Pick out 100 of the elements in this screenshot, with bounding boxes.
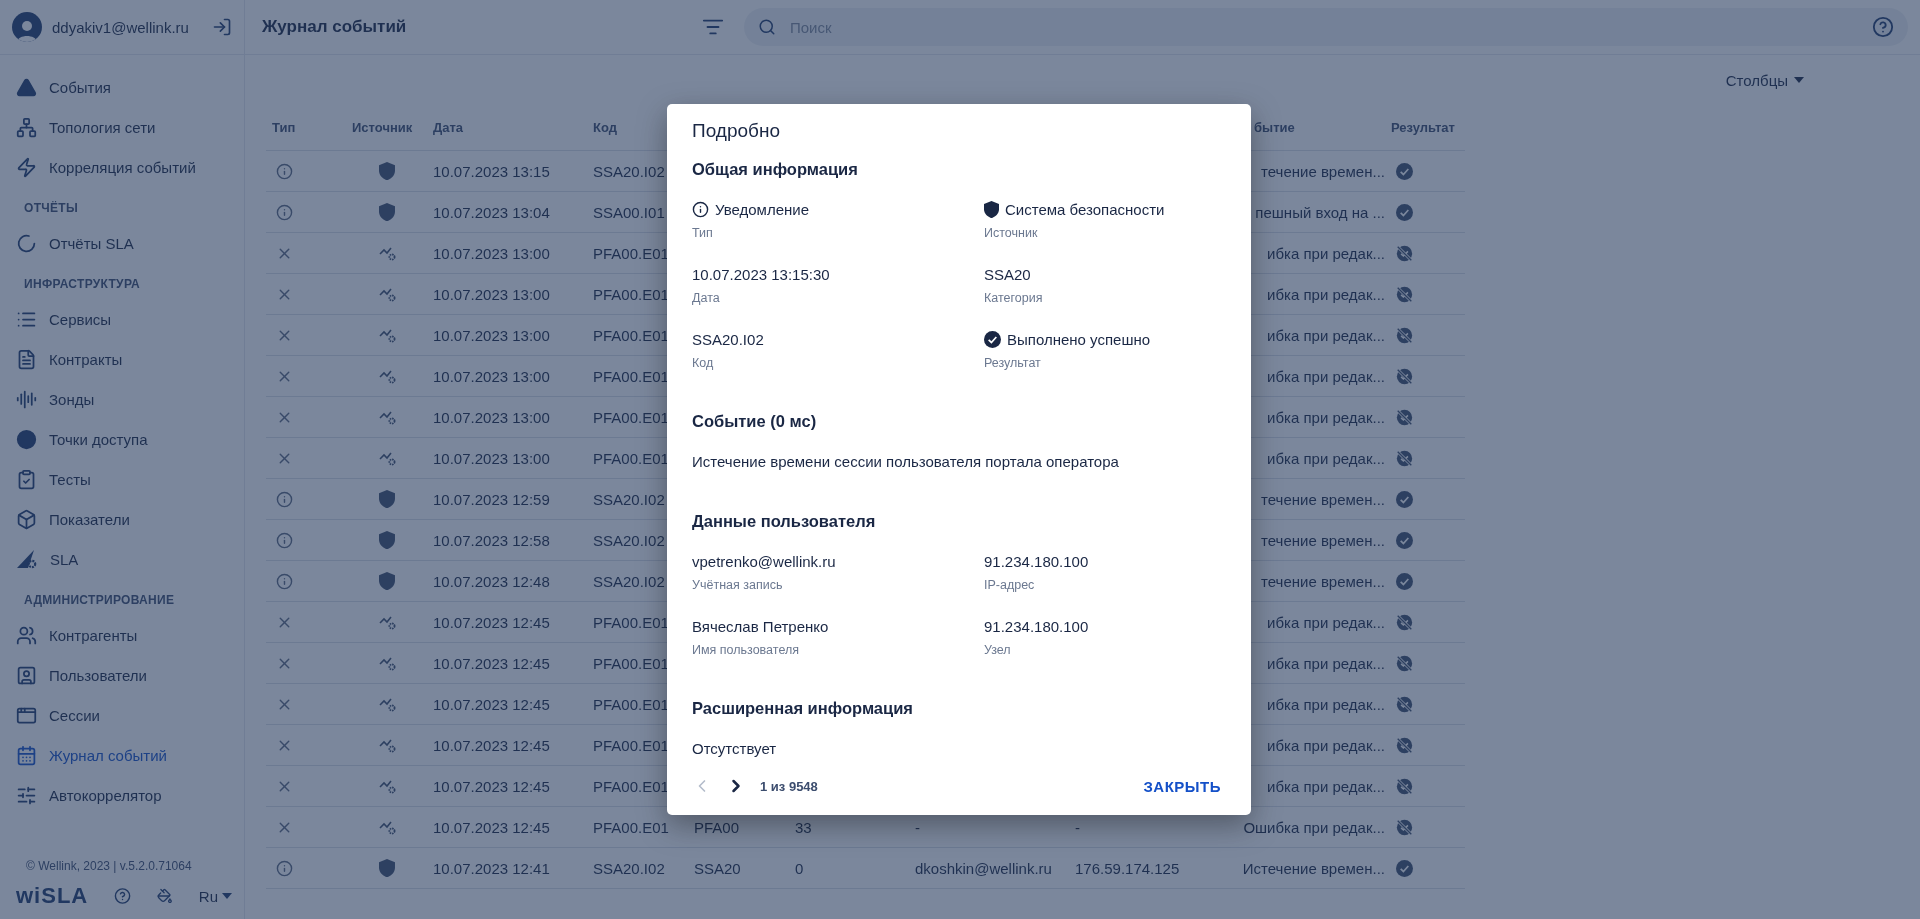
field-value: SSA20.I02 bbox=[692, 331, 765, 349]
ip-cell-text: - bbox=[1075, 818, 1081, 836]
nav-item[interactable]: Показатели bbox=[0, 499, 244, 539]
trend-gear-icon bbox=[379, 409, 397, 425]
category-cell-text: SSA20 bbox=[694, 859, 742, 877]
user-cell-text: - bbox=[915, 818, 921, 836]
nav-item[interactable]: Зонды bbox=[0, 379, 244, 419]
section-heading: Общая информация bbox=[692, 160, 859, 179]
crossed-check-icon bbox=[1396, 736, 1413, 754]
nav-item[interactable]: Сессии bbox=[0, 695, 244, 735]
nav-item[interactable]: Топология сети bbox=[0, 107, 244, 147]
column-header[interactable]: Дата bbox=[433, 120, 593, 135]
section-text: Отсутствует bbox=[692, 740, 778, 758]
nav-item[interactable]: Контракты bbox=[0, 339, 244, 379]
code-cell-text: SSA20.I02 bbox=[593, 162, 666, 180]
nav-section-title: ОТЧЁТЫ bbox=[23, 200, 79, 217]
code-cell-text: PFA00.E01 bbox=[593, 285, 670, 303]
help-icon[interactable] bbox=[114, 885, 132, 907]
ring-icon bbox=[16, 232, 37, 254]
help-icon[interactable] bbox=[1872, 16, 1894, 38]
trend-gear-icon bbox=[379, 450, 397, 466]
nav-item[interactable]: Автокоррелятор bbox=[0, 775, 244, 815]
crossed-check-icon bbox=[1396, 695, 1413, 713]
trend-gear-icon bbox=[379, 696, 397, 712]
section-heading: Событие (0 мс) bbox=[692, 412, 818, 432]
code-cell-text: PFA00.E01 bbox=[593, 613, 670, 631]
columns-button[interactable]: Столбцы bbox=[1719, 70, 1810, 90]
date-cell-text: 10.07.2023 13:00 bbox=[433, 408, 551, 426]
nav-item[interactable]: SLA bbox=[0, 539, 244, 579]
nav-section-title: АДМИНИСТРИРОВАНИЕ bbox=[23, 592, 176, 609]
nav-item[interactable]: Сервисы bbox=[0, 299, 244, 339]
avatar[interactable] bbox=[12, 12, 42, 42]
paint-bucket-icon[interactable] bbox=[157, 886, 173, 906]
check-circle-icon bbox=[1396, 162, 1413, 180]
copyright-text: © Wellink, 2023 | v.5.2.0.71064 bbox=[25, 859, 193, 873]
crossed-check-icon bbox=[1396, 777, 1413, 795]
date-cell-text: 10.07.2023 13:00 bbox=[433, 244, 551, 262]
event-cell-text: пешный вход на ... bbox=[1254, 203, 1386, 221]
field-value: Вячеслав Петренко bbox=[692, 618, 830, 636]
code-cell-text: PFA00.E01 bbox=[593, 736, 670, 754]
event-cell-text: ибка при редак... bbox=[1266, 654, 1386, 672]
nav-item[interactable]: Отчёты SLA bbox=[0, 223, 244, 263]
column-header[interactable]: Источник bbox=[352, 120, 433, 135]
nav-item[interactable]: Точки доступа bbox=[0, 419, 244, 459]
shield-icon bbox=[379, 530, 395, 550]
crossed-check-icon bbox=[1396, 408, 1413, 426]
nav-item[interactable]: Журнал событий bbox=[0, 735, 244, 775]
field-label: Результат bbox=[984, 356, 1042, 371]
event-cell-text: течение времен... bbox=[1260, 162, 1386, 180]
field-value: SSA20 bbox=[984, 266, 1032, 284]
nav-item[interactable]: Контрагенты bbox=[0, 615, 244, 655]
category-cell-text: PFA00 bbox=[694, 818, 741, 836]
search-icon bbox=[758, 18, 776, 36]
field-value: Система безопасности bbox=[984, 201, 1227, 219]
date-cell-text: 10.07.2023 12:45 bbox=[433, 736, 551, 754]
date-cell-text: 10.07.2023 13:00 bbox=[433, 285, 551, 303]
event-cell-text: Ошибка при редак... bbox=[1242, 818, 1386, 836]
code-cell-text: PFA00.E01 bbox=[593, 408, 670, 426]
language-select[interactable]: Ru bbox=[198, 887, 232, 905]
nav-item[interactable]: Корреляция событий bbox=[0, 147, 244, 187]
code-cell-text: SSA20.I02 bbox=[593, 859, 666, 877]
date-cell-text: 10.07.2023 13:00 bbox=[433, 326, 551, 344]
field-label: Имя пользователя bbox=[692, 643, 800, 658]
nav-item[interactable]: Пользователи bbox=[0, 655, 244, 695]
close-button[interactable]: ЗАКРЫТЬ bbox=[1137, 776, 1227, 796]
field-value: vpetrenko@wellink.ru bbox=[692, 553, 837, 571]
date-cell-text: 10.07.2023 12:41 bbox=[433, 859, 551, 877]
waveform-icon bbox=[16, 388, 37, 410]
nav-item[interactable]: Тесты bbox=[0, 459, 244, 499]
section-heading: Расширенная информация bbox=[692, 699, 914, 719]
shield-icon bbox=[379, 161, 395, 181]
date-cell-text: 10.07.2023 13:00 bbox=[433, 367, 551, 385]
crossed-check-icon bbox=[1396, 654, 1413, 672]
crossed-check-icon bbox=[1396, 613, 1413, 631]
trend-gear-icon bbox=[379, 327, 397, 343]
date-cell-text: 10.07.2023 12:59 bbox=[433, 490, 551, 508]
crossed-check-icon bbox=[1396, 326, 1413, 344]
trend-gear-icon bbox=[379, 286, 397, 302]
code-cell-text: SSA20.I02 bbox=[593, 531, 666, 549]
field-label: Источник bbox=[984, 226, 1039, 241]
document-icon bbox=[16, 348, 37, 370]
check-circle-icon bbox=[1396, 572, 1413, 590]
column-header[interactable]: Тип bbox=[272, 120, 352, 135]
event-cell-text: течение времен... bbox=[1260, 490, 1386, 508]
code-cell-text: PFA00.E01 bbox=[593, 818, 670, 836]
field-value: 10.07.2023 13:15:30 bbox=[692, 266, 831, 284]
cube-icon bbox=[16, 508, 37, 530]
section-text: Истечение времени сессии пользователя портала оператора bbox=[692, 453, 1120, 471]
column-header[interactable]: Результат bbox=[1391, 120, 1471, 135]
trend-gear-icon bbox=[379, 819, 397, 835]
logout-icon[interactable] bbox=[212, 17, 232, 37]
event-cell-text: ибка при редак... bbox=[1266, 408, 1386, 426]
user-card-icon bbox=[16, 664, 37, 686]
event-cell-text: течение времен... bbox=[1260, 572, 1386, 590]
date-cell-text: 10.07.2023 12:45 bbox=[433, 777, 551, 795]
event-cell-text: Истечение времен... bbox=[1241, 859, 1386, 877]
nav-item[interactable]: События bbox=[0, 67, 244, 107]
lightning-icon bbox=[16, 156, 37, 178]
date-cell-text: 10.07.2023 13:00 bbox=[433, 449, 551, 467]
calendar-icon bbox=[16, 744, 37, 766]
